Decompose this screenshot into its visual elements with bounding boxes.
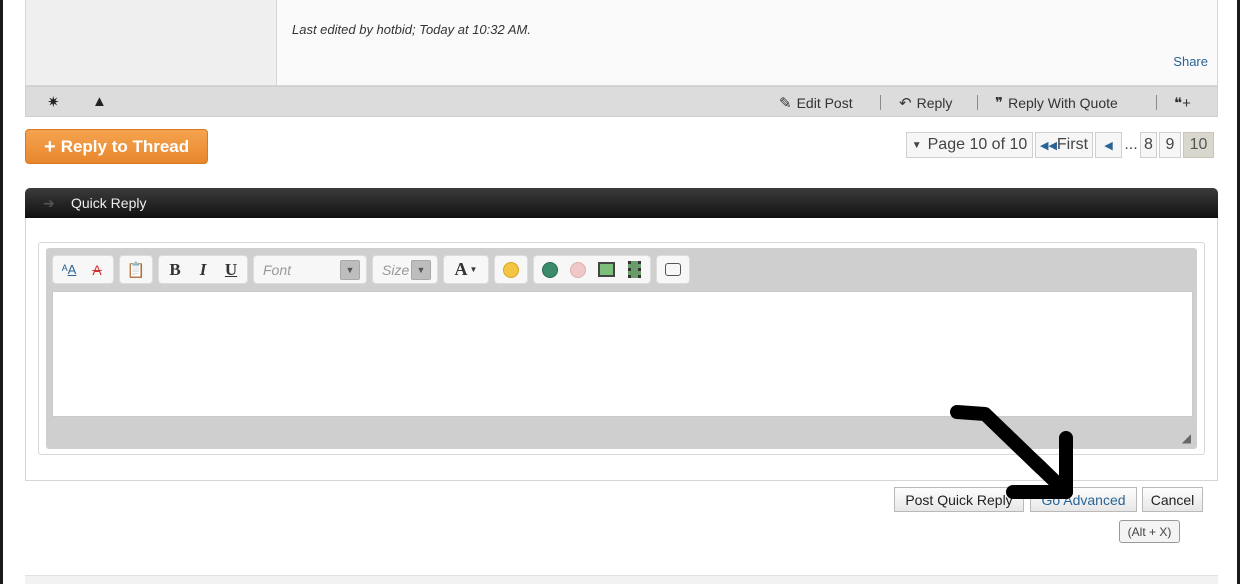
shortcut-tooltip: (Alt + X) bbox=[1119, 520, 1180, 543]
rich-text-editor: ᴬA A 📋 B I U Font ▼ Size ▼ A ▼ ◢ bbox=[46, 248, 1197, 449]
divider bbox=[1156, 95, 1157, 110]
toolbar-group: 📋 bbox=[119, 255, 153, 284]
chevron-down-icon: ▼ bbox=[411, 259, 431, 280]
reply-with-quote-button[interactable]: ❞ Reply With Quote bbox=[995, 94, 1118, 112]
toolbar-group: B I U bbox=[158, 255, 248, 284]
star-icon[interactable]: ✷ bbox=[47, 93, 60, 111]
reply-button[interactable]: ↶ Reply bbox=[899, 94, 952, 112]
bold-icon[interactable]: B bbox=[163, 259, 187, 281]
first-page-button[interactable]: ◀◀ First bbox=[1035, 132, 1093, 158]
paste-icon[interactable]: 📋 bbox=[124, 259, 148, 281]
resize-handle-icon[interactable]: ◢ bbox=[1182, 431, 1191, 445]
editor-toolbar: ᴬA A 📋 B I U Font ▼ Size ▼ A ▼ bbox=[52, 255, 690, 284]
toolbar-group: Size ▼ bbox=[372, 255, 438, 284]
last-edited-note: Last edited by hotbid; Today at 10:32 AM… bbox=[292, 22, 531, 37]
multiquote-button[interactable]: ❝+ bbox=[1174, 94, 1191, 112]
text-color-icon[interactable]: A ▼ bbox=[448, 259, 484, 281]
font-select-label: Font bbox=[263, 261, 292, 278]
remove-format-icon[interactable]: A bbox=[85, 259, 109, 281]
toolbar-group bbox=[656, 255, 690, 284]
insert-link-icon[interactable] bbox=[538, 259, 562, 281]
quick-reply-header[interactable]: ➔ Quick Reply bbox=[25, 188, 1218, 218]
plus-icon: + bbox=[44, 135, 56, 158]
caret-down-icon: ▼ bbox=[911, 139, 922, 151]
double-left-icon: ◀◀ bbox=[1039, 139, 1057, 152]
reply-to-thread-button[interactable]: + Reply to Thread bbox=[25, 129, 208, 164]
smiley-icon[interactable] bbox=[499, 259, 523, 281]
italic-icon[interactable]: I bbox=[191, 259, 215, 281]
font-select[interactable]: Font ▼ bbox=[258, 258, 362, 281]
toolbar-group bbox=[494, 255, 528, 284]
toolbar-group: Font ▼ bbox=[253, 255, 367, 284]
current-page: 10 bbox=[1183, 132, 1214, 158]
multiquote-plus-icon: ❝+ bbox=[1174, 95, 1191, 112]
edit-post-label: Edit Post bbox=[796, 95, 853, 111]
cancel-button[interactable]: Cancel bbox=[1142, 487, 1203, 512]
post-footer-bar: ✷ ▲ ✎ Edit Post ↶ Reply ❞ Reply With Quo… bbox=[25, 86, 1218, 117]
post-user-info bbox=[26, 0, 277, 85]
warning-icon[interactable]: ▲ bbox=[92, 93, 107, 110]
page-link[interactable]: 9 bbox=[1159, 132, 1181, 158]
quote-bubble-icon: ❞ bbox=[995, 95, 1004, 112]
size-select-label: Size bbox=[382, 261, 410, 278]
underline-icon[interactable]: U bbox=[219, 259, 243, 281]
post-quick-reply-button[interactable]: Post Quick Reply bbox=[894, 487, 1024, 512]
page-jump-dropdown[interactable]: ▼ Page 10 of 10 bbox=[906, 132, 1033, 158]
toolbar-group bbox=[533, 255, 651, 284]
prev-page-button[interactable]: ◀ bbox=[1095, 132, 1122, 158]
chevron-left-icon: ◀ bbox=[1104, 139, 1113, 152]
edit-post-button[interactable]: ✎ Edit Post bbox=[779, 94, 853, 112]
share-link[interactable]: Share bbox=[1173, 54, 1208, 69]
divider bbox=[880, 95, 881, 110]
pencil-icon: ✎ bbox=[779, 95, 792, 112]
chevron-down-icon: ▼ bbox=[340, 259, 360, 280]
message-textarea[interactable] bbox=[52, 291, 1193, 417]
insert-image-icon[interactable] bbox=[594, 259, 618, 281]
remove-link-icon[interactable] bbox=[566, 259, 590, 281]
quick-reply-body: ᴬA A 📋 B I U Font ▼ Size ▼ A ▼ ◢ bbox=[25, 218, 1218, 481]
switch-editor-mode-icon[interactable]: ᴬA bbox=[57, 259, 81, 281]
post-container: Last edited by hotbid; Today at 10:32 AM… bbox=[25, 0, 1218, 86]
quote-icon[interactable] bbox=[661, 259, 685, 281]
reply-to-thread-label: Reply to Thread bbox=[60, 136, 190, 156]
divider bbox=[977, 95, 978, 110]
quick-reply-title: Quick Reply bbox=[71, 195, 147, 211]
toolbar-group: ᴬA A bbox=[52, 255, 114, 284]
go-advanced-button[interactable]: Go Advanced bbox=[1030, 487, 1137, 512]
size-select[interactable]: Size ▼ bbox=[377, 258, 433, 281]
page-link[interactable]: 8 bbox=[1140, 132, 1157, 158]
next-section-strip bbox=[25, 575, 1218, 584]
first-label: First bbox=[1056, 136, 1089, 153]
insert-video-icon[interactable] bbox=[622, 259, 646, 281]
toolbar-group: A ▼ bbox=[443, 255, 489, 284]
editor-wrapper: ᴬA A 📋 B I U Font ▼ Size ▼ A ▼ ◢ bbox=[38, 242, 1205, 455]
collapse-arrow-icon[interactable]: ➔ bbox=[43, 195, 55, 212]
reply-label: Reply bbox=[916, 95, 953, 111]
pagination: ▼ Page 10 of 10 ◀◀ First ◀ ... 8 9 10 bbox=[906, 132, 1216, 158]
reply-arrow-icon: ↶ bbox=[899, 95, 912, 112]
reply-with-quote-label: Reply With Quote bbox=[1008, 95, 1118, 111]
page-label: Page 10 of 10 bbox=[927, 136, 1028, 153]
window-edge-left bbox=[0, 0, 3, 584]
pagination-ellipsis: ... bbox=[1124, 136, 1138, 153]
